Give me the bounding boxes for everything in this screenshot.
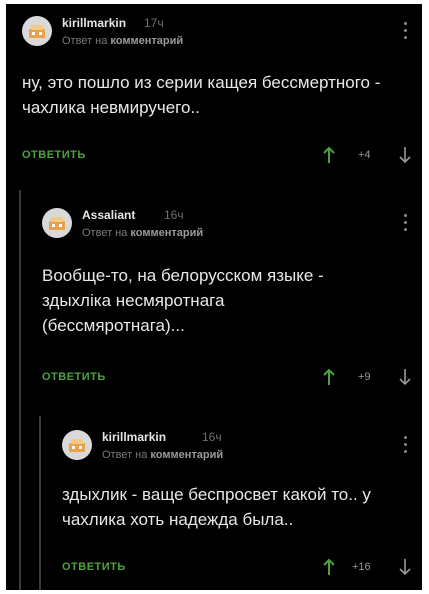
more-vertical-icon[interactable]	[400, 212, 412, 234]
comment-author[interactable]: Assaliant	[82, 208, 135, 222]
comment-score: +4	[358, 149, 371, 161]
reply-button[interactable]: ОТВЕТИТЬ	[62, 560, 126, 574]
comment: kirillmarkin 16ч Ответ на комментарий зд…	[6, 416, 422, 590]
avatar[interactable]	[42, 208, 72, 238]
reply-prefix: Ответ на	[82, 227, 128, 239]
comment: kirillmarkin 17ч Ответ на комментарий ну…	[6, 4, 422, 190]
reply-target-link[interactable]: комментарий	[150, 449, 223, 461]
arrow-up-icon[interactable]	[322, 368, 336, 386]
comment-time: 17ч	[144, 16, 164, 30]
comment-header: kirillmarkin 16ч Ответ на комментарий	[62, 430, 412, 470]
avatar-icon	[29, 25, 45, 38]
comment-time: 16ч	[202, 430, 222, 444]
reply-button[interactable]: ОТВЕТИТЬ	[22, 148, 86, 162]
avatar-icon	[49, 217, 65, 230]
comment-score: +9	[358, 371, 371, 383]
comment-text: Вообще-то, на белорусском языке - здыхлі…	[42, 266, 324, 335]
comment-actions: ОТВЕТИТЬ +4	[22, 146, 412, 168]
comment-author[interactable]: kirillmarkin	[102, 430, 166, 444]
avatar[interactable]	[22, 16, 52, 46]
more-vertical-icon[interactable]	[400, 434, 412, 456]
comment-time: 16ч	[164, 208, 184, 222]
reply-prefix: Ответ на	[102, 449, 148, 461]
comment-text: здыхлик - ваще беспросвет какой то.. у ч…	[62, 485, 371, 529]
more-vertical-icon[interactable]	[400, 20, 412, 42]
reply-meta: Ответ на комментарий	[62, 34, 183, 48]
comment-text: ну, это пошло из серии кащея бессмертног…	[22, 73, 381, 117]
arrow-down-icon[interactable]	[398, 146, 412, 164]
arrow-up-icon[interactable]	[322, 146, 336, 164]
reply-meta: Ответ на комментарий	[82, 226, 203, 240]
thread-line[interactable]	[39, 416, 41, 590]
avatar[interactable]	[62, 430, 92, 460]
comments-thread: kirillmarkin 17ч Ответ на комментарий ну…	[6, 4, 422, 590]
comment-actions: ОТВЕТИТЬ +16	[62, 558, 412, 580]
arrow-down-icon[interactable]	[398, 558, 412, 576]
arrow-up-icon[interactable]	[322, 558, 336, 576]
arrow-down-icon[interactable]	[398, 368, 412, 386]
comment-actions: ОТВЕТИТЬ +9	[42, 368, 412, 390]
comment-score: +16	[352, 561, 371, 573]
comment: Assaliant 16ч Ответ на комментарий Вообщ…	[6, 190, 422, 590]
reply-meta: Ответ на комментарий	[102, 448, 223, 462]
reply-button[interactable]: ОТВЕТИТЬ	[42, 370, 106, 384]
comment-author[interactable]: kirillmarkin	[62, 16, 126, 30]
comment-header: kirillmarkin 17ч Ответ на комментарий	[22, 16, 412, 56]
reply-target-link[interactable]: комментарий	[130, 227, 203, 239]
comment-header: Assaliant 16ч Ответ на комментарий	[42, 208, 412, 248]
avatar-icon	[69, 439, 85, 452]
reply-prefix: Ответ на	[62, 35, 108, 47]
reply-target-link[interactable]: комментарий	[110, 35, 183, 47]
